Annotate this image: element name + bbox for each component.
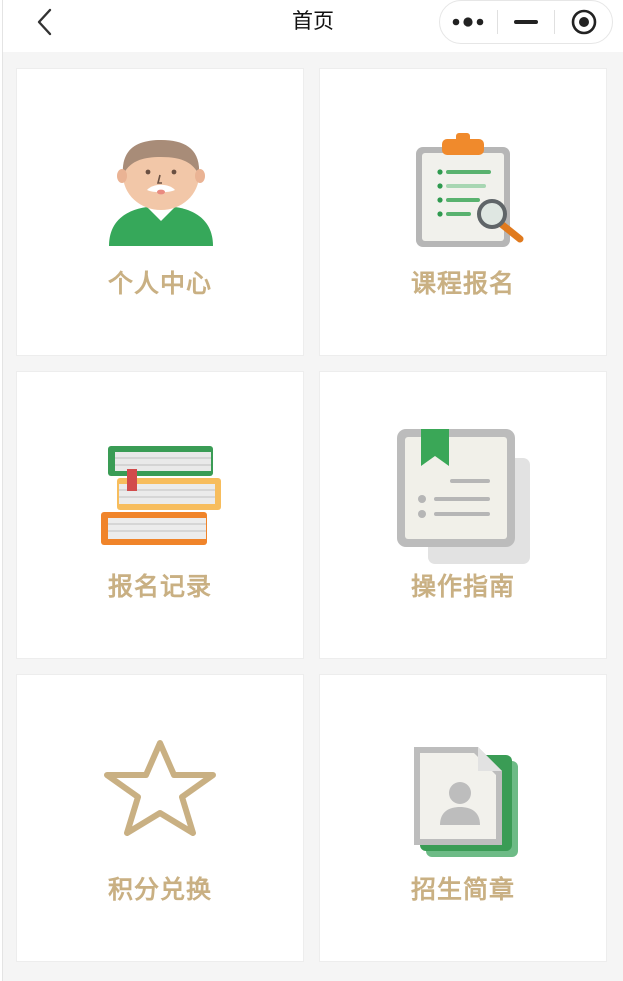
minimize-button[interactable] xyxy=(498,1,555,43)
menu-card-personal-center[interactable]: 个人中心 xyxy=(16,68,304,356)
brochure-icon xyxy=(414,747,518,857)
menu-card-enrollment-records[interactable]: 报名记录 xyxy=(16,371,304,659)
menu-label: 课程报名 xyxy=(410,269,515,298)
menu-label: 操作指南 xyxy=(410,572,515,601)
menu-card-points-exchange[interactable]: 积分兑换 xyxy=(16,674,304,962)
star-icon xyxy=(104,740,216,836)
guide-book-icon xyxy=(397,429,530,564)
menu-label: 个人中心 xyxy=(107,269,212,298)
menu-card-course-enrollment[interactable]: 课程报名 xyxy=(319,68,607,356)
close-mini-program-button[interactable] xyxy=(555,1,612,43)
menu-label: 报名记录 xyxy=(107,572,212,601)
more-button[interactable] xyxy=(440,1,497,43)
user-avatar-icon xyxy=(109,140,213,246)
left-window-edge xyxy=(0,0,3,981)
menu-card-operation-guide[interactable]: 操作指南 xyxy=(319,371,607,659)
book-stack-icon xyxy=(101,446,221,545)
menu-label: 招生简章 xyxy=(410,875,515,904)
mini-program-capsule xyxy=(439,0,613,44)
minus-icon xyxy=(514,20,538,24)
clipboard-search-icon xyxy=(416,133,524,247)
navigation-bar: 首页 xyxy=(3,0,623,52)
more-dots-icon xyxy=(453,17,484,27)
menu-label: 积分兑换 xyxy=(107,875,212,904)
menu-grid: 个人中心 课程报名 报名记录 操作指南 积分兑换 招生简章 xyxy=(16,68,607,962)
target-circle-icon xyxy=(571,9,596,35)
menu-card-admissions-brochure[interactable]: 招生简章 xyxy=(319,674,607,962)
